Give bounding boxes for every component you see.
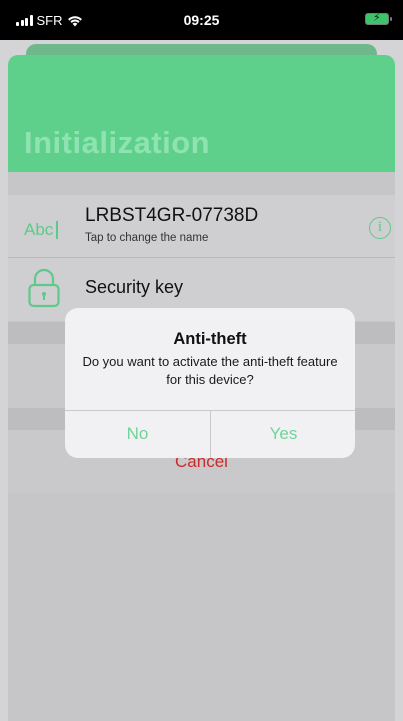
status-bar: SFR 09:25 ⚡ bbox=[0, 0, 403, 40]
alert-title: Anti-theft bbox=[173, 330, 247, 348]
text-field-icon: Abc bbox=[24, 221, 59, 239]
yes-button[interactable]: Yes bbox=[211, 411, 355, 458]
battery-icon: ⚡ bbox=[365, 12, 392, 25]
lock-icon bbox=[28, 268, 60, 308]
device-name: LRBST4GR-07738D bbox=[85, 205, 259, 226]
status-time: 09:25 bbox=[183, 12, 220, 28]
security-key-label: Security key bbox=[85, 277, 184, 297]
no-button[interactable]: No bbox=[65, 411, 210, 458]
alert-message: Do you want to activate the anti-theft f… bbox=[82, 354, 338, 387]
anti-theft-alert: Anti-theft Do you want to activate the a… bbox=[65, 308, 355, 458]
device-name-hint: Tap to change the name bbox=[85, 232, 209, 244]
page-title: Initialization bbox=[24, 125, 211, 160]
info-icon[interactable]: i bbox=[369, 217, 391, 239]
